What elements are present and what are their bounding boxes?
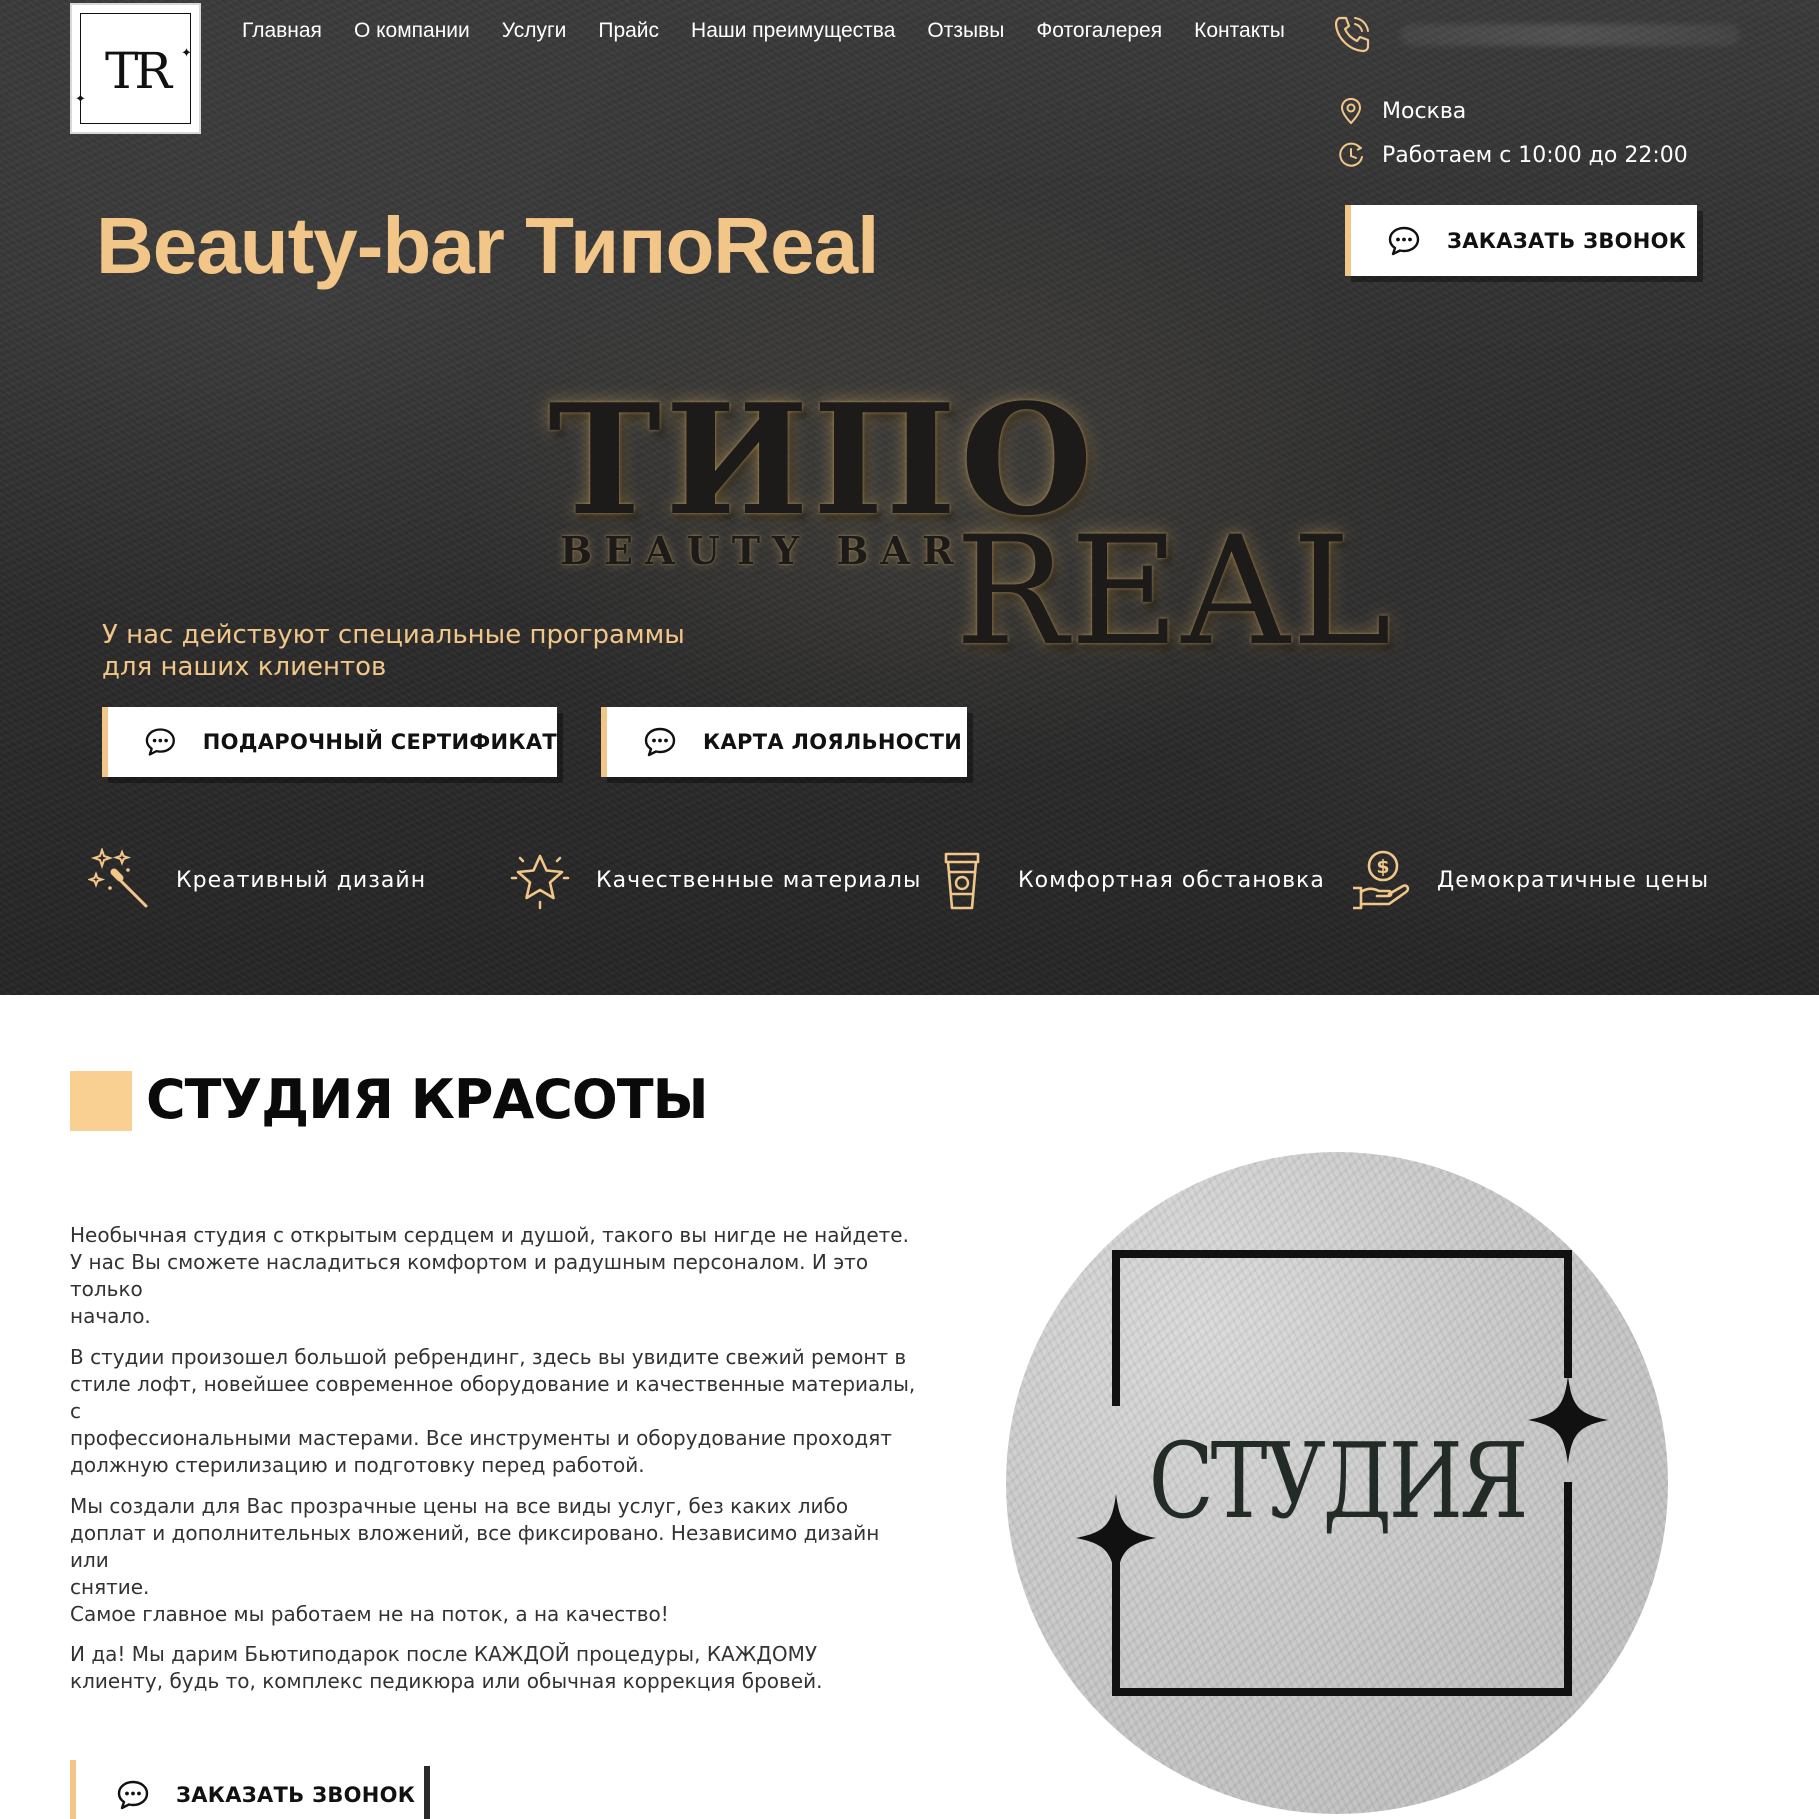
city-text: Москва: [1382, 98, 1467, 124]
star-icon: [510, 854, 570, 910]
chat-icon: [117, 1780, 149, 1810]
paragraph-line: Самое главное мы работаем не на поток, а…: [70, 1602, 669, 1626]
paragraph-line: У нас Вы сможете насладиться комфортом и…: [70, 1250, 869, 1301]
studio-logo-image: СТУДИЯ: [1006, 1152, 1668, 1814]
paragraph-line: снятие.: [70, 1575, 150, 1599]
paragraph-line: должную стерилизацию и подготовку перед …: [70, 1453, 645, 1477]
loyalty-card-label: КАРТА ЛОЯЛЬНОСТИ: [703, 730, 963, 754]
paragraph-line: начало.: [70, 1304, 151, 1328]
studio-paragraph: Мы создали для Вас прозрачные цены на вс…: [70, 1493, 920, 1628]
chat-icon: [1388, 226, 1420, 255]
paragraph-line: И да! Мы дарим Бьютиподарок после КАЖДОЙ…: [70, 1642, 818, 1666]
feature-comfort: Комфортная обстановка: [930, 848, 1325, 912]
section-accent-square: [70, 1071, 132, 1131]
paragraph-line: стиле лофт, новейшее современное оборудо…: [70, 1372, 916, 1423]
nav-item-about[interactable]: О компании: [354, 19, 470, 43]
svg-text:$: $: [1376, 856, 1389, 878]
sign-text-bottom: REAL: [955, 505, 1394, 679]
studio-image-text: СТУДИЯ: [1148, 1420, 1529, 1542]
nav-item-services[interactable]: Услуги: [502, 19, 567, 43]
feature-label: Демократичные цены: [1437, 867, 1710, 893]
location-pin-icon: [1340, 97, 1362, 125]
hand-coin-icon: $: [1353, 850, 1410, 910]
logo[interactable]: TR ✦ ✦: [70, 3, 201, 134]
logo-spark-icon: ✦: [181, 46, 192, 61]
paragraph-line: клиенту, будь то, комплекс педикюра или …: [70, 1669, 823, 1693]
main-nav: Главная О компании Услуги Прайс Наши пре…: [242, 19, 1317, 43]
feature-creative-design: Креативный дизайн: [88, 848, 426, 912]
feature-quality-materials: Качественные материалы: [508, 848, 921, 912]
nav-item-home[interactable]: Главная: [242, 19, 322, 43]
paragraph-line: Необычная студия с открытым сердцем и ду…: [70, 1223, 909, 1247]
loyalty-card-button[interactable]: КАРТА ЛОЯЛЬНОСТИ: [601, 707, 967, 777]
studio-order-call-button[interactable]: ЗАКАЗАТЬ ЗВОНОК: [70, 1760, 424, 1819]
hero-section: TR ✦ ✦ Главная О компании Услуги Прайс Н…: [0, 0, 1819, 995]
magic-wand-icon: [88, 848, 148, 908]
gift-certificate-label: ПОДАРОЧНЫЙ СЕРТИФИКАТ: [202, 730, 557, 754]
nav-item-reviews[interactable]: Отзывы: [927, 19, 1004, 43]
logo-text: TR: [105, 42, 172, 100]
logo-frame: TR ✦ ✦: [75, 13, 192, 124]
hours-text: Работаем с 10:00 до 22:00: [1382, 142, 1688, 168]
paragraph-line: доплат и дополнительных вложений, все фи…: [70, 1521, 880, 1572]
paragraph-line: Мы создали для Вас прозрачные цены на вс…: [70, 1494, 849, 1518]
nav-item-gallery[interactable]: Фотогалерея: [1036, 19, 1162, 43]
gift-certificate-button[interactable]: ПОДАРОЧНЫЙ СЕРТИФИКАТ: [102, 707, 557, 777]
section-title: СТУДИЯ КРАСОТЫ: [146, 1068, 709, 1131]
nav-item-advantages[interactable]: Наши преимущества: [691, 19, 895, 43]
feature-democratic-prices: $ Демократичные цены: [1349, 848, 1709, 912]
feature-label: Комфортная обстановка: [1018, 867, 1325, 893]
paragraph-line: профессиональными мастерами. Все инструм…: [70, 1426, 892, 1450]
logo-spark-icon: ✦: [75, 92, 86, 107]
hero-subtitle-line: У нас действуют специальные программы: [102, 620, 685, 650]
studio-paragraph: И да! Мы дарим Бьютиподарок после КАЖДОЙ…: [70, 1641, 920, 1695]
city-row: Москва: [1336, 96, 1466, 126]
chat-icon: [145, 728, 175, 756]
hero-subtitle: У нас действуют специальные программы дл…: [102, 619, 742, 683]
studio-paragraph: В студии произошел большой ребрендинг, з…: [70, 1344, 920, 1479]
order-call-button[interactable]: ЗАКАЗАТЬ ЗВОНОК: [1345, 205, 1697, 276]
chat-icon: [644, 727, 676, 757]
phone-number-redacted: [1400, 24, 1740, 46]
coffee-cup-icon: [944, 852, 980, 910]
paragraph-line: В студии произошел большой ребрендинг, з…: [70, 1345, 907, 1369]
studio-order-call-label: ЗАКАЗАТЬ ЗВОНОК: [176, 1783, 416, 1807]
hero-title: Beauty-bar ТипоReal: [96, 201, 879, 290]
clock-icon: [1339, 142, 1363, 167]
nav-item-contacts[interactable]: Контакты: [1194, 19, 1285, 43]
nav-item-prices[interactable]: Прайс: [598, 19, 659, 43]
sign-text-sub: BEAUTY BAR: [560, 528, 966, 573]
feature-label: Качественные материалы: [596, 867, 922, 893]
order-call-label: ЗАКАЗАТЬ ЗВОНОК: [1447, 228, 1687, 253]
hours-row: Работаем с 10:00 до 22:00: [1336, 140, 1688, 170]
studio-paragraph: Необычная студия с открытым сердцем и ду…: [70, 1222, 920, 1330]
phone-icon[interactable]: [1331, 13, 1373, 55]
feature-label: Креативный дизайн: [176, 867, 427, 893]
hero-subtitle-line: для наших клиентов: [102, 652, 387, 682]
